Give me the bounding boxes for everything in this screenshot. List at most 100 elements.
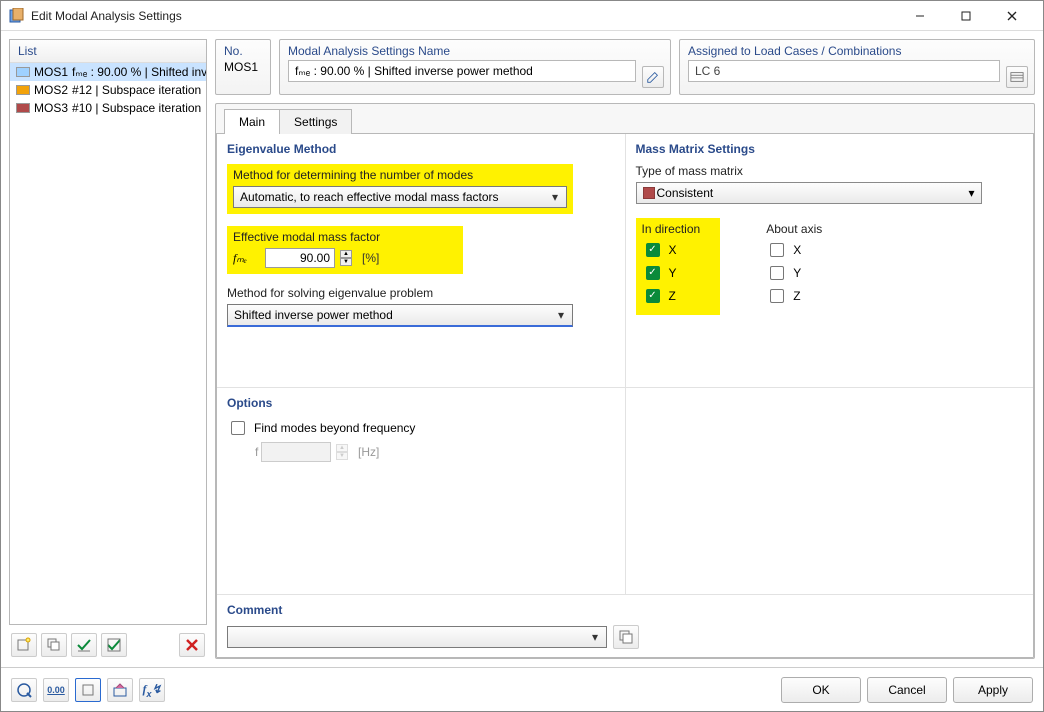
- list-item-mos2[interactable]: MOS2 #12 | Subspace iteration: [10, 81, 206, 99]
- minimize-button[interactable]: [897, 2, 943, 30]
- factor-block: Effective modal mass factor fₘₑ ▲▼ [%]: [227, 226, 463, 274]
- tabs-panel: Main Settings Eigenvalue Method Method f…: [215, 103, 1035, 659]
- list-item-mos1[interactable]: MOS1 fₘₑ : 90.00 % | Shifted inverse pow…: [10, 63, 206, 81]
- modes-method-label: Method for determining the number of mod…: [233, 168, 567, 182]
- assigned-label: Assigned to Load Cases / Combinations: [680, 40, 1034, 60]
- dir-z-row[interactable]: Z: [642, 286, 701, 306]
- mass-type-label: Type of mass matrix: [636, 164, 1024, 178]
- solver-combo[interactable]: Shifted inverse power method ▾: [227, 304, 573, 327]
- axis-x-row[interactable]: X: [766, 240, 822, 260]
- close-button[interactable]: [989, 2, 1035, 30]
- reset-button[interactable]: [107, 678, 133, 702]
- freq-row: f ▲▼ [Hz]: [237, 442, 615, 462]
- list-items: MOS1 fₘₑ : 90.00 % | Shifted inverse pow…: [10, 63, 206, 624]
- chevron-down-icon: ▾: [590, 630, 600, 644]
- assigned-value: LC 6: [688, 60, 1000, 82]
- list-id: MOS1: [34, 65, 68, 79]
- color-swatch: [16, 85, 30, 95]
- mass-type-value: Consistent: [657, 186, 714, 200]
- dir-z-checkbox[interactable]: [646, 289, 660, 303]
- axis-x-label: X: [793, 243, 801, 257]
- assigned-details-button[interactable]: [1006, 66, 1028, 88]
- dir-y-checkbox[interactable]: [646, 266, 660, 280]
- window-title: Edit Modal Analysis Settings: [31, 9, 897, 23]
- content-area: List MOS1 fₘₑ : 90.00 % | Shifted invers…: [1, 31, 1043, 667]
- delete-button[interactable]: [179, 633, 205, 657]
- copy-button[interactable]: [41, 633, 67, 657]
- new-button[interactable]: [11, 633, 37, 657]
- comment-combo[interactable]: ▾: [227, 626, 607, 648]
- list-panel: List MOS1 fₘₑ : 90.00 % | Shifted invers…: [9, 39, 207, 659]
- axis-y-row[interactable]: Y: [766, 263, 822, 283]
- axis-label: About axis: [766, 222, 822, 236]
- freq-symbol: f: [237, 445, 255, 459]
- factor-input[interactable]: [265, 248, 335, 268]
- factor-row: fₘₑ ▲▼ [%]: [233, 248, 457, 268]
- dir-x-row[interactable]: X: [642, 240, 701, 260]
- dir-y-row[interactable]: Y: [642, 263, 701, 283]
- mass-group: Mass Matrix Settings Type of mass matrix…: [626, 134, 1034, 388]
- eigen-group: Eigenvalue Method Method for determining…: [217, 134, 625, 388]
- units-button[interactable]: 0.00: [43, 678, 69, 702]
- factor-label: Effective modal mass factor: [233, 230, 457, 244]
- tab-settings[interactable]: Settings: [279, 109, 352, 134]
- freq-spinner: ▲▼: [336, 444, 348, 460]
- axis-z-row[interactable]: Z: [766, 286, 822, 306]
- factor-symbol: fₘₑ: [233, 251, 259, 266]
- ok-button[interactable]: OK: [781, 677, 861, 703]
- list-title: List: [10, 40, 206, 63]
- mass-type-combo[interactable]: Consistent ▾: [636, 182, 982, 204]
- about-axis-col: About axis X Y Z: [760, 218, 828, 315]
- factor-unit: [%]: [362, 251, 379, 265]
- cancel-button[interactable]: Cancel: [867, 677, 947, 703]
- dir-x-checkbox[interactable]: [646, 243, 660, 257]
- chevron-down-icon: ▾: [968, 186, 974, 200]
- beyond-label: Find modes beyond frequency: [254, 421, 415, 435]
- list-id: MOS3: [34, 101, 68, 115]
- dir-y-label: Y: [669, 266, 677, 280]
- empty-column: [626, 388, 1034, 595]
- middle-section: Options Find modes beyond frequency f ▲▼: [217, 388, 1033, 595]
- in-direction-col: In direction X Y Z: [636, 218, 721, 315]
- default-settings-button[interactable]: [75, 678, 101, 702]
- direction-grid: In direction X Y Z About axis X: [636, 218, 1024, 315]
- assigned-cell: Assigned to Load Cases / Combinations LC…: [679, 39, 1035, 95]
- comment-group: Comment ▾: [217, 595, 1033, 657]
- beyond-checkbox[interactable]: [231, 421, 245, 435]
- check-all-button[interactable]: [71, 633, 97, 657]
- dir-z-label: Z: [669, 289, 676, 303]
- chevron-down-icon: ▾: [550, 190, 560, 204]
- list-item-mos3[interactable]: MOS3 #10 | Subspace iteration: [10, 99, 206, 117]
- solver-label: Method for solving eigenvalue problem: [227, 286, 615, 300]
- name-label: Modal Analysis Settings Name: [280, 40, 670, 60]
- color-swatch: [16, 67, 30, 77]
- tab-main[interactable]: Main: [224, 109, 280, 134]
- modes-method-value: Automatic, to reach effective modal mass…: [240, 190, 550, 204]
- modes-method-combo[interactable]: Automatic, to reach effective modal mass…: [233, 186, 567, 208]
- comment-edit-button[interactable]: [613, 625, 639, 649]
- axis-y-checkbox[interactable]: [770, 266, 784, 280]
- factor-spinner[interactable]: ▲▼: [340, 250, 352, 266]
- axis-x-checkbox[interactable]: [770, 243, 784, 257]
- apply-button[interactable]: Apply: [953, 677, 1033, 703]
- no-label: No.: [216, 40, 270, 60]
- freq-input[interactable]: [261, 442, 331, 462]
- edit-name-button[interactable]: [642, 66, 664, 88]
- uncheck-all-button[interactable]: [101, 633, 127, 657]
- freq-unit: [Hz]: [358, 445, 379, 459]
- function-button[interactable]: fx↯: [139, 678, 165, 702]
- titlebar: Edit Modal Analysis Settings: [1, 1, 1043, 31]
- axis-y-label: Y: [793, 266, 801, 280]
- beyond-row[interactable]: Find modes beyond frequency: [227, 418, 615, 438]
- axis-z-checkbox[interactable]: [770, 289, 784, 303]
- dir-x-label: X: [669, 243, 677, 257]
- help-button[interactable]: [11, 678, 37, 702]
- name-input[interactable]: [288, 60, 636, 82]
- no-value: MOS1: [216, 60, 270, 80]
- mass-column: Mass Matrix Settings Type of mass matrix…: [626, 134, 1034, 388]
- maximize-button[interactable]: [943, 2, 989, 30]
- options-column: Options Find modes beyond frequency f ▲▼: [217, 388, 626, 595]
- list-label: #12 | Subspace iteration: [72, 83, 201, 97]
- axis-z-label: Z: [793, 289, 800, 303]
- list-box: List MOS1 fₘₑ : 90.00 % | Shifted invers…: [9, 39, 207, 625]
